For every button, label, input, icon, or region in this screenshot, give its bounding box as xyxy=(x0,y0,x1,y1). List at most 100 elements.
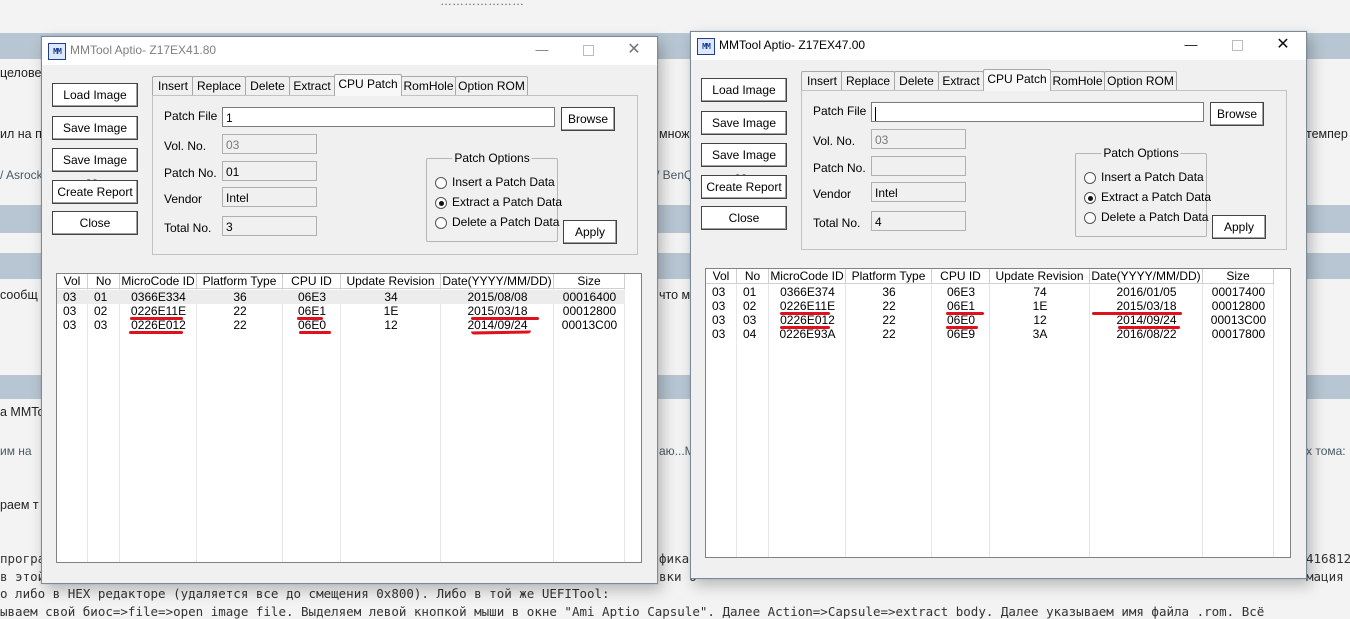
table-cell: 03 xyxy=(63,318,77,332)
tab-romhole[interactable]: RomHole xyxy=(401,76,456,95)
table-cell: 12 xyxy=(384,318,398,332)
browse-button[interactable]: Browse xyxy=(1210,102,1264,126)
tab-extract[interactable]: Extract xyxy=(289,76,335,95)
column-header[interactable]: Update Revision xyxy=(990,269,1090,284)
option-label-2[interactable]: Extract a Patch Data xyxy=(1101,190,1211,204)
column-header[interactable]: Update Revision xyxy=(341,274,441,289)
table-cell: 2016/01/05 xyxy=(1116,285,1177,299)
column-header[interactable]: CPU ID xyxy=(932,269,990,284)
patch-file-input[interactable]: 1 xyxy=(222,107,555,127)
table-cell: 34 xyxy=(384,290,398,304)
patch-no-field: 01 xyxy=(222,161,317,181)
microcode-table[interactable]: Vol No MicroCode ID Platform Type CPU ID Upda… xyxy=(705,268,1291,558)
column-header[interactable]: Size xyxy=(1203,269,1274,284)
tab-replace[interactable]: Replace xyxy=(192,76,246,95)
tab-delete[interactable]: Delete xyxy=(245,76,290,95)
table-cell: 0226E012 xyxy=(131,318,186,332)
column-header[interactable]: Date(YYYY/MM/DD) xyxy=(1090,269,1203,284)
column-header[interactable]: MicroCode ID xyxy=(120,274,197,289)
column-header[interactable]: MicroCode ID xyxy=(769,269,846,284)
load-image-button[interactable]: Load Image xyxy=(52,83,138,107)
close-window-button[interactable]: ✕ xyxy=(611,37,657,65)
load-image-button[interactable]: Load Image xyxy=(701,78,787,102)
tab-insert[interactable]: Insert xyxy=(152,76,194,95)
option-label-1[interactable]: Insert a Patch Data xyxy=(1101,170,1204,184)
column-header[interactable]: Vol xyxy=(57,274,88,289)
table-cell: 03 xyxy=(743,313,757,327)
title-bar[interactable]: MM MMTool Aptio- Z17EX41.80 — ✕ xyxy=(42,37,657,65)
maximize-button[interactable] xyxy=(1214,32,1260,60)
tab-insert[interactable]: Insert xyxy=(801,71,843,90)
table-row[interactable]: 03 03 0226E012 22 06E0 12 2014/09/24 00013C00 xyxy=(57,318,625,332)
vendor-field: Intel xyxy=(222,187,317,207)
save-image-as-button[interactable]: Save Image as.. xyxy=(701,143,787,184)
table-row[interactable]: 03 02 0226E11E 22 06E1 1E 2015/03/18 00012800 xyxy=(57,304,625,318)
tab-replace[interactable]: Replace xyxy=(841,71,895,90)
table-cell: 00013C00 xyxy=(1210,313,1267,327)
column-header[interactable]: No xyxy=(88,274,120,289)
column-header[interactable]: CPU ID xyxy=(283,274,341,289)
text-caret xyxy=(875,106,876,121)
column-header[interactable]: Size xyxy=(554,274,625,289)
table-row[interactable]: 03 01 0366E374 36 06E3 74 2016/01/05 00017400 xyxy=(706,285,1274,299)
column-header[interactable]: Platform Type xyxy=(197,274,283,289)
column-header[interactable]: No xyxy=(737,269,769,284)
title-bar[interactable]: MM MMTool Aptio- Z17EX47.00 — ✕ xyxy=(691,32,1306,60)
table-row[interactable]: 03 03 0226E012 22 06E0 12 2014/09/24 00013C00 xyxy=(706,313,1274,327)
option-label-1[interactable]: Insert a Patch Data xyxy=(452,175,555,189)
table-row[interactable]: 03 02 0226E11E 22 06E1 1E 2015/03/18 00012800 xyxy=(706,299,1274,313)
create-report-button[interactable]: Create Report xyxy=(52,180,138,204)
option-radio-2[interactable] xyxy=(435,197,447,209)
patch-no-label: Patch No. xyxy=(813,161,866,175)
option-radio-3[interactable] xyxy=(1084,212,1096,224)
cpu-patch-panel: Patch File 1 Browse Vol. No. 03 Patch No. 01 Ve… xyxy=(152,95,638,255)
table-row[interactable]: 03 04 0226E93A 22 06E9 3A 2016/08/22 00017800 xyxy=(706,327,1274,341)
column-header[interactable]: Date(YYYY/MM/DD) xyxy=(441,274,554,289)
save-image-button[interactable]: Save Image xyxy=(52,116,138,140)
option-radio-1[interactable] xyxy=(435,177,447,189)
column-header[interactable]: Vol xyxy=(706,269,737,284)
table-cell: 06E1 xyxy=(946,299,976,313)
option-radio-3[interactable] xyxy=(435,217,447,229)
option-radio-1[interactable] xyxy=(1084,172,1096,184)
save-image-button[interactable]: Save Image xyxy=(701,111,787,135)
patch-file-input[interactable] xyxy=(871,102,1204,122)
table-cell: 74 xyxy=(1033,285,1047,299)
table-cell: 0226E012 xyxy=(780,313,835,327)
close-button[interactable]: Close xyxy=(701,206,787,230)
tab-option-rom[interactable]: Option ROM xyxy=(1104,71,1177,90)
vol-no-label: Vol. No. xyxy=(813,134,856,148)
option-label-3[interactable]: Delete a Patch Data xyxy=(1101,210,1208,224)
close-button[interactable]: Close xyxy=(52,211,138,235)
create-report-button[interactable]: Create Report xyxy=(701,175,787,199)
minimize-button[interactable]: — xyxy=(1168,32,1214,60)
tab-cpu-patch[interactable]: CPU Patch xyxy=(334,74,402,96)
option-label-2[interactable]: Extract a Patch Data xyxy=(452,195,562,209)
close-window-button[interactable]: ✕ xyxy=(1260,32,1306,60)
maximize-icon xyxy=(582,45,594,57)
table-cell: 2015/03/18 xyxy=(1116,299,1177,313)
tab-cpu-patch[interactable]: CPU Patch xyxy=(983,69,1051,91)
tab-extract[interactable]: Extract xyxy=(938,71,984,90)
minimize-button[interactable]: — xyxy=(519,37,565,65)
option-label-3[interactable]: Delete a Patch Data xyxy=(452,215,559,229)
microcode-table[interactable]: Vol No MicroCode ID Platform Type CPU ID Upda… xyxy=(56,273,642,563)
apply-button[interactable]: Apply xyxy=(1212,215,1266,239)
option-radio-2[interactable] xyxy=(1084,192,1096,204)
table-cell: 06E3 xyxy=(946,285,976,299)
browse-button[interactable]: Browse xyxy=(561,107,615,131)
column-header[interactable]: Platform Type xyxy=(846,269,932,284)
table-row[interactable]: 03 01 0366E334 36 06E3 34 2015/08/08 00016400 xyxy=(57,290,625,304)
tab-option-rom[interactable]: Option ROM xyxy=(455,76,528,95)
mmtool-app-icon: MM xyxy=(697,38,715,55)
table-cell: 22 xyxy=(882,299,896,313)
table-cell: 01 xyxy=(94,290,108,304)
apply-button[interactable]: Apply xyxy=(563,220,617,244)
forum-text: фика xyxy=(659,551,690,566)
save-image-as-button[interactable]: Save Image as.. xyxy=(52,148,138,189)
tab-delete[interactable]: Delete xyxy=(894,71,939,90)
table-cell: 03 xyxy=(712,299,726,313)
maximize-button[interactable] xyxy=(565,37,611,65)
tab-romhole[interactable]: RomHole xyxy=(1050,71,1105,90)
patch-options-group: Patch Options Insert a Patch Data Extract … xyxy=(426,151,562,242)
